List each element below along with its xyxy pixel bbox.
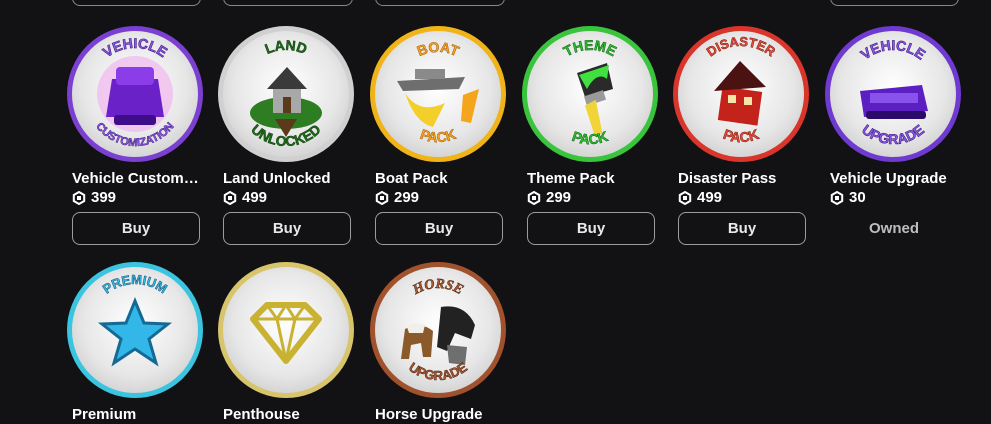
item-price: 399 (72, 189, 116, 207)
horses-icon: HORSE UPGRADE (401, 277, 475, 383)
badge-title-bottom: UPGRADE (859, 121, 927, 147)
item-name: Theme Pack (527, 170, 615, 187)
disaster-pack-badge[interactable]: DISASTER PACK (673, 26, 809, 162)
boats-icon: BOAT PACK (397, 38, 479, 146)
item-name: Boat Pack (375, 170, 448, 187)
svg-text:VEHICLE: VEHICLE (858, 37, 929, 63)
svg-text:UPGRADE: UPGRADE (406, 359, 470, 383)
land-unlocked-badge[interactable]: LAND UNLOCKED (218, 26, 354, 162)
price-value: 299 (546, 189, 572, 206)
item-name: Premium (72, 406, 137, 423)
boat-pack-badge[interactable]: BOAT PACK (370, 26, 506, 162)
svg-text:THEME: THEME (561, 37, 619, 59)
badge-title-top: VEHICLE (857, 37, 928, 63)
purple-car-icon: VEHICLE UPGRADE (857, 37, 929, 148)
item-price: 499 (223, 189, 267, 207)
paintbrush-icon: THEME PACK (561, 37, 620, 148)
item-price: 30 (830, 189, 866, 207)
badge-title-bottom: PACK (418, 126, 458, 146)
vehicle-upgrade-badge[interactable]: VEHICLE UPGRADE (825, 26, 961, 162)
badge-title-bottom: UPGRADE (406, 359, 470, 383)
buy-button-previous-row[interactable] (830, 0, 959, 6)
svg-text:BOAT: BOAT (415, 39, 462, 60)
robux-icon (830, 191, 844, 205)
svg-text:PACK: PACK (570, 128, 610, 147)
premium-badge[interactable]: PREMIUM (67, 262, 203, 398)
badge-title-top: BOAT (415, 38, 462, 59)
buy-button[interactable]: Buy (72, 212, 200, 245)
penthouse-badge[interactable] (218, 262, 354, 398)
buy-button[interactable]: Buy (527, 212, 655, 245)
svg-text:LAND: LAND (263, 37, 310, 57)
buy-button-previous-row[interactable] (223, 0, 353, 6)
svg-text:PACK: PACK (418, 126, 458, 145)
svg-text:UPGRADE: UPGRADE (859, 121, 927, 147)
robux-icon (72, 191, 86, 205)
badge-title-top: THEME (561, 37, 620, 60)
robux-icon (527, 191, 541, 205)
svg-text:DISASTER: DISASTER (704, 34, 779, 60)
badge-title-top: DISASTER (704, 34, 779, 60)
svg-text:PREMIUM: PREMIUM (100, 272, 170, 297)
price-value: 30 (849, 189, 866, 206)
price-value: 399 (91, 189, 117, 206)
buy-button-previous-row[interactable] (72, 0, 201, 6)
robux-icon (678, 191, 692, 205)
item-name: Vehicle Customiz... (72, 170, 202, 187)
price-value: 299 (394, 189, 420, 206)
item-name: Disaster Pass (678, 170, 777, 187)
buy-button[interactable]: Buy (223, 212, 351, 245)
buy-button[interactable]: Buy (375, 212, 503, 245)
item-price: 499 (678, 189, 722, 207)
item-name: Horse Upgrade (375, 406, 483, 423)
svg-text:PACK: PACK (721, 126, 761, 145)
buy-button[interactable]: Buy (678, 212, 806, 245)
theme-pack-badge[interactable]: THEME PACK (522, 26, 658, 162)
horse-upgrade-badge[interactable]: HORSE UPGRADE (370, 262, 506, 398)
robux-icon (375, 191, 389, 205)
item-name: Vehicle Upgrade (830, 170, 947, 187)
item-name: Land Unlocked (223, 170, 331, 187)
badge-title-bottom: PACK (721, 126, 761, 146)
diamond-icon (250, 302, 322, 364)
item-price: 299 (375, 189, 419, 207)
star-icon: PREMIUM (97, 272, 173, 367)
badge-title-top: PREMIUM (100, 272, 171, 297)
price-value: 499 (242, 189, 268, 206)
item-price: 299 (527, 189, 571, 207)
svg-text:HORSE: HORSE (410, 277, 466, 299)
vehicle-customization-badge[interactable]: VEHICLE CUSTOMIZATION (67, 26, 203, 162)
badge-title-bottom: PACK (570, 128, 610, 148)
badge-title-top: HORSE (409, 277, 465, 299)
house-on-island-icon: LAND UNLOCKED (248, 37, 324, 150)
buy-button-previous-row[interactable] (375, 0, 505, 6)
owned-label: Owned (868, 220, 919, 237)
purple-car-icon: VEHICLE CUSTOMIZATION (93, 35, 177, 150)
broken-house-icon: DISASTER PACK (704, 34, 779, 146)
robux-icon (223, 191, 237, 205)
price-value: 499 (697, 189, 723, 206)
badge-title-top: LAND (262, 37, 309, 58)
item-name: Penthouse (223, 406, 300, 423)
